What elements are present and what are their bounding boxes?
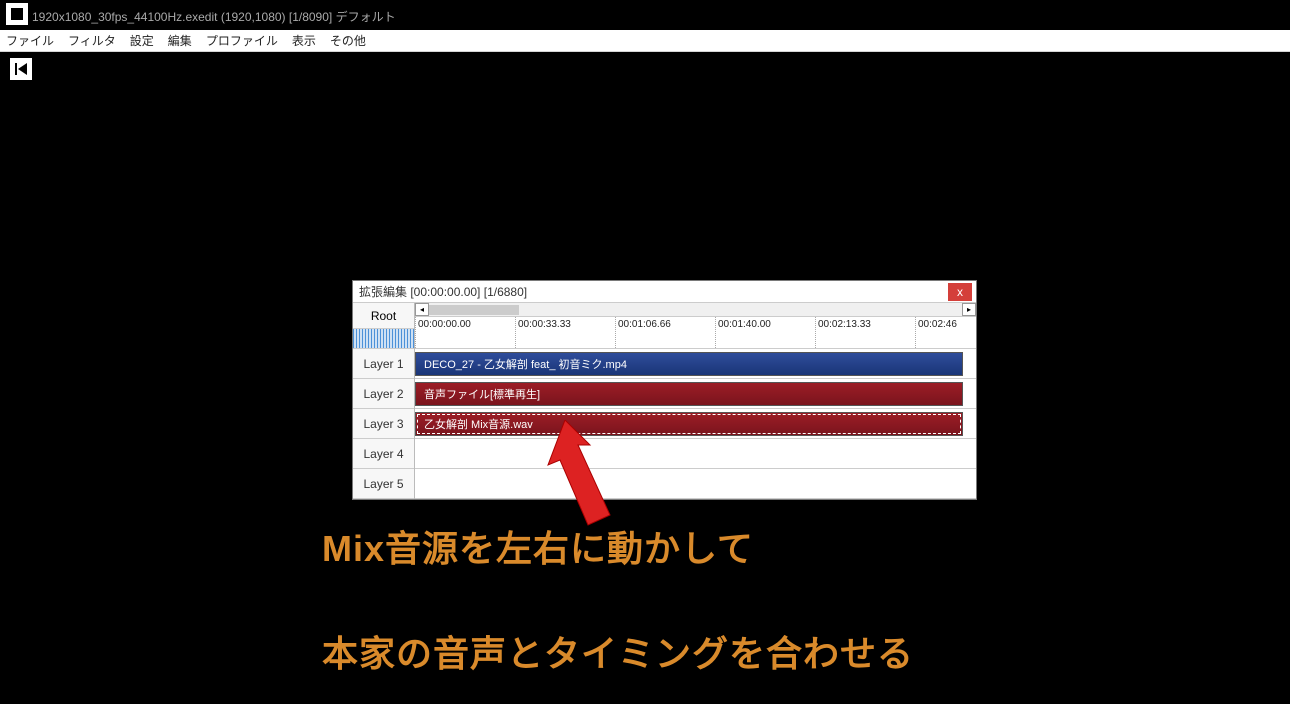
track-2[interactable]: 音声ファイル[標準再生]	[415, 379, 976, 409]
go-start-button[interactable]	[10, 58, 32, 80]
annotation-caption-1: Mix音源を左右に動かして	[322, 520, 754, 572]
track-3[interactable]: 乙女解剖 Mix音源.wav	[415, 409, 976, 439]
zoom-scale[interactable]	[353, 329, 414, 349]
app-icon	[6, 3, 28, 25]
layer-label-5[interactable]: Layer 5	[353, 469, 414, 499]
ruler-tick: 00:00:00.00	[415, 317, 471, 348]
layer-label-4[interactable]: Layer 4	[353, 439, 414, 469]
menu-edit[interactable]: 編集	[168, 32, 192, 49]
clip-video[interactable]: DECO_27 - 乙女解剖 feat_ 初音ミク.mp4	[415, 352, 963, 376]
timeline-titlebar[interactable]: 拡張編集 [00:00:00.00] [1/6880] x	[353, 281, 976, 303]
timeline-label-column: Root Layer 1 Layer 2 Layer 3 Layer 4 Lay…	[353, 303, 415, 499]
timeline-title: 拡張編集 [00:00:00.00] [1/6880]	[359, 283, 527, 300]
timeline-scrollbar[interactable]: ◂ ▸	[415, 303, 976, 317]
close-button[interactable]: x	[948, 283, 972, 301]
ruler-tick: 00:01:06.66	[615, 317, 671, 348]
time-ruler[interactable]: 00:00:00.00 00:00:33.33 00:01:06.66 00:0…	[415, 317, 976, 349]
scroll-right-icon[interactable]: ▸	[962, 303, 976, 316]
layer-label-3[interactable]: Layer 3	[353, 409, 414, 439]
scroll-left-icon[interactable]: ◂	[415, 303, 429, 316]
scroll-thumb[interactable]	[429, 305, 519, 315]
root-label[interactable]: Root	[353, 303, 414, 329]
menu-view[interactable]: 表示	[292, 32, 316, 49]
layer-label-2[interactable]: Layer 2	[353, 379, 414, 409]
menu-file[interactable]: ファイル	[6, 32, 54, 49]
window-title: 1920x1080_30fps_44100Hz.exedit (1920,108…	[32, 8, 396, 25]
layer-label-1[interactable]: Layer 1	[353, 349, 414, 379]
track-1[interactable]: DECO_27 - 乙女解剖 feat_ 初音ミク.mp4	[415, 349, 976, 379]
track-4[interactable]	[415, 439, 976, 469]
menu-profile[interactable]: プロファイル	[206, 32, 278, 49]
ruler-tick: 00:02:46	[915, 317, 957, 348]
ruler-tick: 00:02:13.33	[815, 317, 871, 348]
main-menubar: ファイル フィルタ 設定 編集 プロファイル 表示 その他	[0, 30, 1290, 52]
menu-filter[interactable]: フィルタ	[68, 32, 116, 49]
menu-other[interactable]: その他	[330, 32, 366, 49]
track-5[interactable]	[415, 469, 976, 499]
ruler-tick: 00:01:40.00	[715, 317, 771, 348]
menu-setting[interactable]: 設定	[130, 32, 154, 49]
timeline-window: 拡張編集 [00:00:00.00] [1/6880] x Root Layer…	[352, 280, 977, 500]
ruler-tick: 00:00:33.33	[515, 317, 571, 348]
clip-audio-original[interactable]: 音声ファイル[標準再生]	[415, 382, 963, 406]
annotation-caption-2: 本家の音声とタイミングを合わせる	[322, 625, 914, 677]
timeline-tracks: ◂ ▸ 00:00:00.00 00:00:33.33 00:01:06.66 …	[415, 303, 976, 499]
clip-audio-mix[interactable]: 乙女解剖 Mix音源.wav	[415, 412, 963, 436]
